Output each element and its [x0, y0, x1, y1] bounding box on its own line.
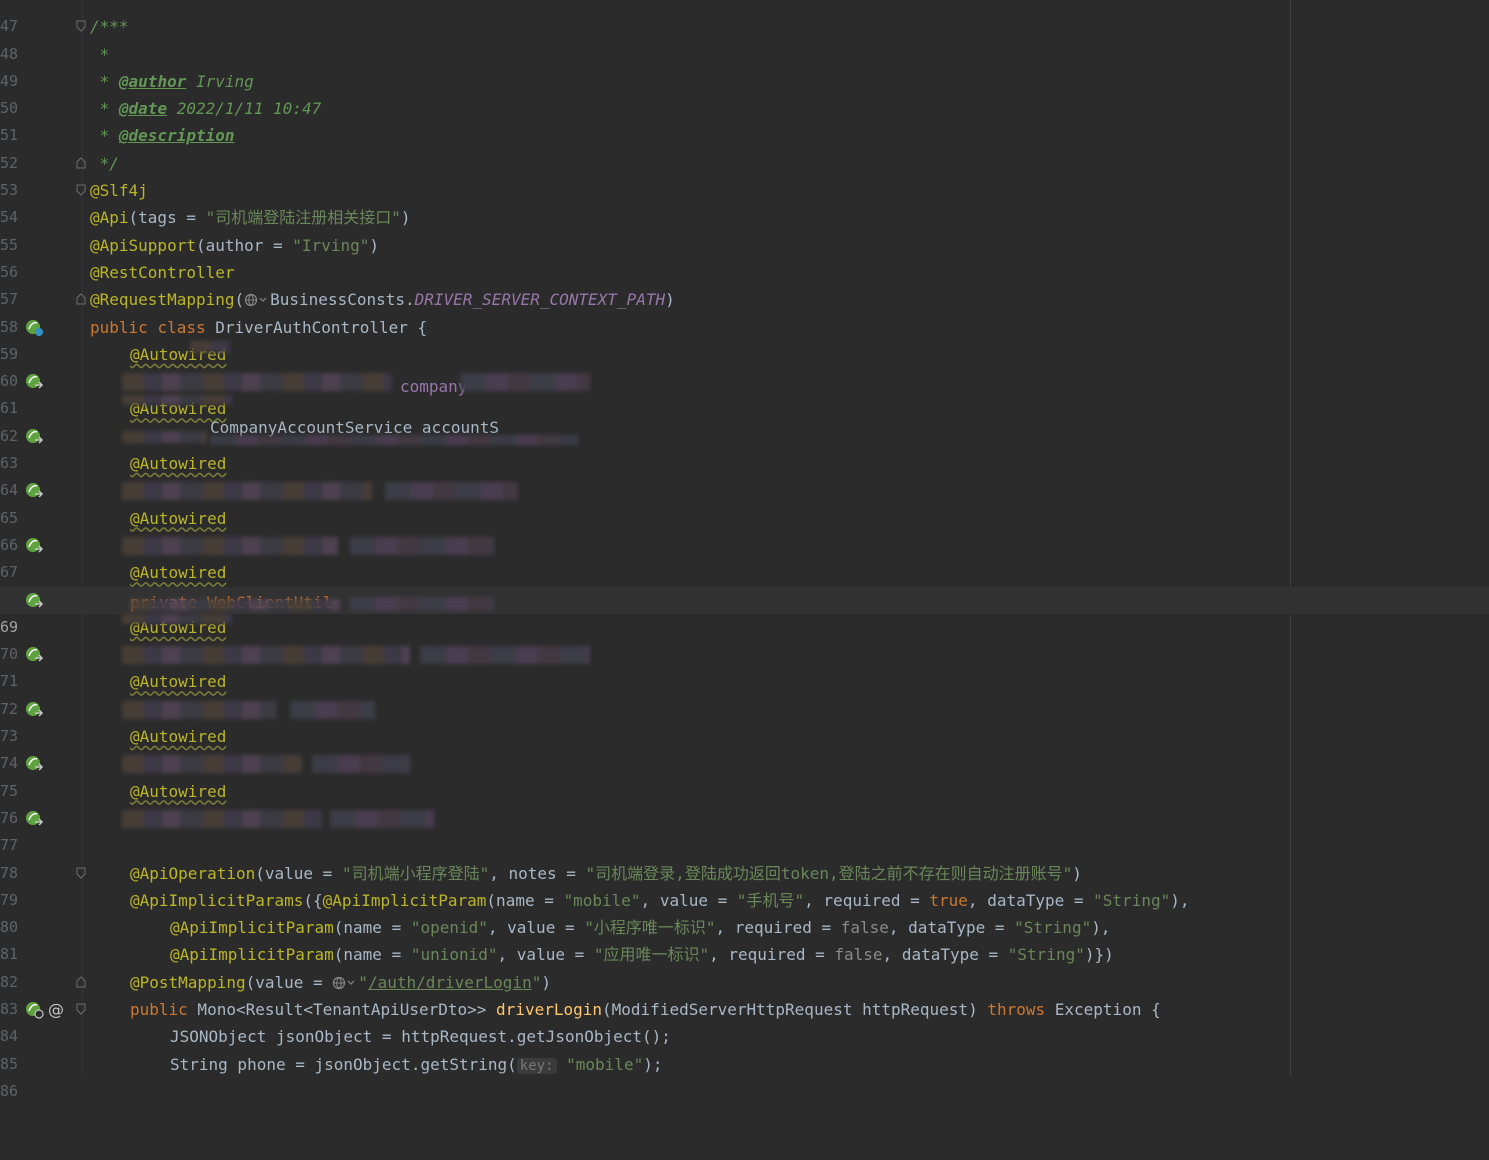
spring-bean-navigate-icon[interactable]	[24, 805, 70, 832]
line-number: 86	[0, 1081, 19, 1100]
redacted-region	[130, 598, 340, 611]
fold-end-icon[interactable]	[76, 293, 86, 305]
code-line[interactable]: 54 @Slf4j	[0, 177, 1489, 226]
code-line[interactable]: 48 /***	[0, 13, 1489, 62]
at-sign-icon: @	[48, 1000, 64, 1019]
code-line[interactable]: 75	[0, 750, 1489, 800]
redacted-region	[122, 482, 372, 501]
code-line[interactable]: 55 @Api(tags = "司机端登陆注册相关接口")	[0, 204, 1489, 253]
redacted-region	[122, 536, 338, 555]
code-line[interactable]: 51 * @date 2022/1/11 10:47	[0, 95, 1489, 144]
parameter-hint: key:	[516, 1057, 557, 1074]
code-line[interactable]: 65	[0, 477, 1489, 527]
redacted-region	[122, 646, 410, 665]
fold-icon[interactable]	[76, 867, 86, 879]
code-line[interactable]: 60 @Autowired	[0, 340, 1489, 390]
redacted-region	[122, 430, 207, 443]
fold-end-icon[interactable]	[76, 975, 86, 988]
redacted-region	[312, 755, 410, 774]
code-line[interactable]: 76 @Autowired	[0, 778, 1489, 827]
fold-icon[interactable]	[76, 184, 86, 196]
redacted-region	[122, 700, 277, 719]
redacted-region	[190, 340, 230, 353]
code-editor[interactable]: 47 48 /*** 49 * 50 * @author Irving 51 *…	[0, 0, 1489, 1100]
globe-dropdown-icon[interactable]	[244, 293, 270, 307]
redacted-region	[122, 613, 232, 624]
code-line[interactable]: 57 @RestController	[0, 259, 1489, 308]
code-line[interactable]: 59 public class DriverAuthController {	[0, 314, 1489, 363]
code-line[interactable]: 80 @ApiImplicitParams({@ApiImplicitParam…	[0, 887, 1489, 936]
code-line[interactable]: 52 * @description	[0, 122, 1489, 171]
current-code-line[interactable]: 69 private WebClientUtil	[0, 586, 1489, 636]
spring-bean-navigate-icon[interactable]	[24, 477, 70, 504]
code-line[interactable]: 74 @Autowired	[0, 723, 1489, 772]
redacted-region	[350, 596, 494, 611]
code-line[interactable]: 67	[0, 532, 1489, 581]
redacted-region	[420, 646, 590, 665]
spring-bean-navigate-icon[interactable]	[24, 587, 70, 614]
spring-bean-navigate-icon[interactable]	[24, 368, 70, 395]
code-line[interactable]: 71	[0, 641, 1489, 690]
redacted-region	[350, 536, 494, 555]
code-line[interactable]: 61 company	[0, 368, 1489, 417]
fold-icon[interactable]	[76, 20, 86, 33]
code-line[interactable]: 50 * @author Irving	[0, 68, 1489, 117]
code-line[interactable]: 78	[0, 832, 1489, 882]
code-line[interactable]: 64 @Autowired	[0, 450, 1489, 499]
redacted-region	[460, 373, 590, 392]
redacted-region	[385, 482, 518, 501]
redacted-region	[122, 395, 232, 406]
spring-bean-navigate-icon[interactable]	[24, 750, 70, 777]
spring-request-mapping-icon[interactable]: @	[24, 996, 70, 1023]
spring-bean-navigate-icon[interactable]	[24, 532, 70, 559]
fold-icon[interactable]	[76, 1003, 86, 1015]
fold-end-icon[interactable]	[76, 157, 86, 169]
redacted-region	[122, 755, 302, 774]
code-line[interactable]: 73	[0, 696, 1489, 745]
code-line[interactable]: 47	[0, 0, 1489, 35]
code-line[interactable]: 86 String phone = jsonObject.getString(k…	[0, 1051, 1489, 1100]
code-line[interactable]: 58 @RequestMapping(BusinessConsts.DRIVER…	[0, 286, 1489, 335]
code-line[interactable]: 83 @PostMapping(value = "/auth/driverLog…	[0, 969, 1489, 1018]
spring-bean-navigate-icon[interactable]	[24, 641, 70, 668]
code-line[interactable]: 68 @Autowired	[0, 559, 1489, 608]
code-line[interactable]: 66 @Autowired	[0, 505, 1489, 554]
code-line[interactable]: 84 @ public Mono<Result<TenantApiUserDto…	[0, 996, 1489, 1045]
code-line[interactable]: 81 @ApiImplicitParam(name = "openid", va…	[0, 914, 1489, 963]
code-line[interactable]: 82 @ApiImplicitParam(name = "unionid", v…	[0, 941, 1489, 990]
spring-bean-icon[interactable]	[24, 314, 70, 341]
redacted-region	[330, 809, 434, 828]
code-line[interactable]: 56 @ApiSupport(author = "Irving")	[0, 232, 1489, 281]
code-line[interactable]: 53 */	[0, 150, 1489, 199]
code-line[interactable]: 63 CompanyAccountService accountS	[0, 418, 1489, 472]
code-line[interactable]: 49 *	[0, 41, 1489, 90]
code-line[interactable]: 77	[0, 805, 1489, 854]
redacted-region	[122, 373, 392, 392]
spring-bean-navigate-icon[interactable]	[24, 423, 70, 450]
redacted-region	[210, 434, 578, 445]
redacted-region	[122, 809, 322, 828]
code-line[interactable]: 85 JSONObject jsonObject = httpRequest.g…	[0, 1023, 1489, 1072]
code-line[interactable]: 79 @ApiOperation(value = "司机端小程序登陆", not…	[0, 860, 1489, 909]
redacted-region	[290, 700, 375, 719]
globe-dropdown-icon[interactable]	[332, 976, 358, 990]
code-line[interactable]: 72 @Autowired	[0, 668, 1489, 717]
code-line[interactable]: 70 @Autowired	[0, 613, 1489, 663]
spring-bean-navigate-icon[interactable]	[24, 696, 70, 723]
